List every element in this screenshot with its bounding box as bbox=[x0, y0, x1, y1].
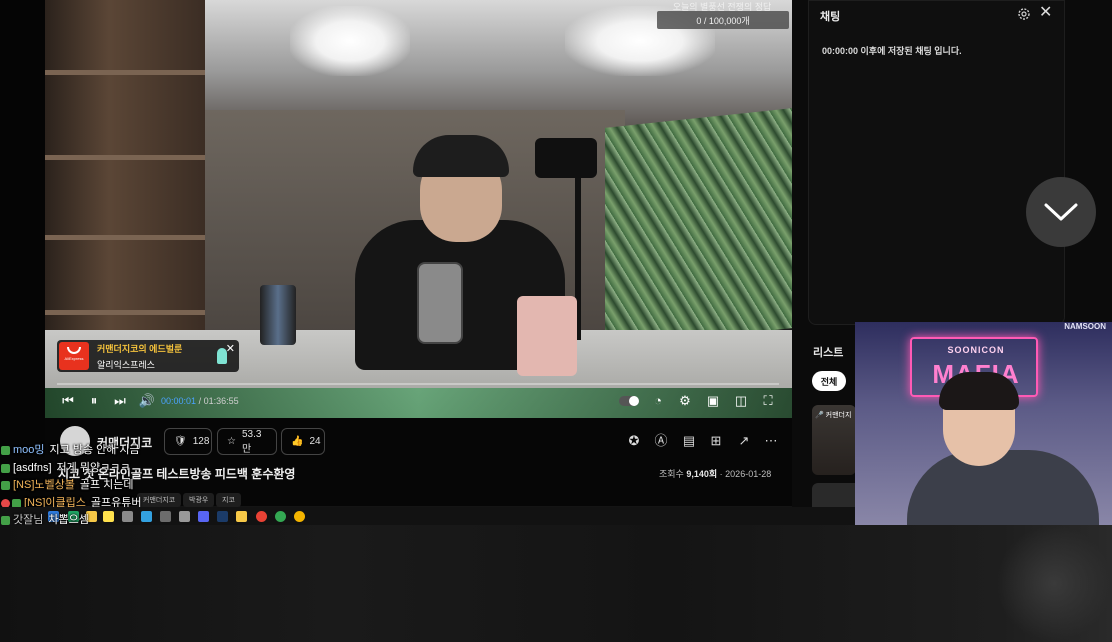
app-icon[interactable] bbox=[160, 511, 171, 522]
aliexpress-logo: AliExpress bbox=[59, 342, 89, 370]
tab-all[interactable]: 전체 bbox=[812, 371, 846, 391]
star-icon: ☆ bbox=[227, 436, 236, 447]
studio-light bbox=[290, 6, 410, 76]
chat-saved-note: 00:00:00 이후에 저장된 채팅 입니다. bbox=[822, 46, 962, 56]
kakao-icon[interactable] bbox=[103, 511, 114, 522]
pip-corner-label: NAMSOON bbox=[1064, 322, 1106, 331]
badge-button[interactable]: 🛡 128 bbox=[164, 428, 212, 455]
pip-video[interactable]: NAMSOON SOONICON MAFIA bbox=[855, 322, 1112, 527]
blurred-background bbox=[996, 525, 1112, 642]
grid-icon[interactable]: ⊞ bbox=[708, 433, 724, 449]
ad-subtitle: 알리익스프레스 bbox=[97, 359, 155, 370]
badge-icon: 🛡 bbox=[174, 436, 187, 447]
video-frame-backdrop bbox=[605, 108, 792, 348]
tag[interactable]: 커맨더지코 bbox=[137, 493, 182, 507]
blurred-background bbox=[0, 525, 1112, 642]
list-item-label: 🎤 커맨더지 bbox=[815, 412, 852, 419]
thumbs-up-icon: 👍 bbox=[291, 436, 304, 447]
favorite-button[interactable]: ☆ 53.3만 bbox=[217, 428, 277, 455]
app-icon[interactable] bbox=[294, 511, 305, 522]
app-icon[interactable] bbox=[275, 511, 286, 522]
camera bbox=[535, 138, 597, 178]
pause-icon[interactable]: ⏸ bbox=[85, 392, 103, 410]
list-item[interactable]: 🎤 커맨더지 bbox=[812, 405, 856, 475]
progress-bar[interactable] bbox=[57, 383, 779, 385]
ad-title: 커맨더지코의 에드벌룬 bbox=[97, 343, 183, 354]
balloon-goal-label: 오늘의 별풍선 전쟁의 정답 bbox=[672, 2, 772, 12]
steam-icon[interactable] bbox=[217, 511, 228, 522]
can bbox=[260, 285, 296, 345]
phone bbox=[417, 262, 463, 344]
next-icon[interactable]: ⏭ bbox=[111, 392, 129, 410]
like-button[interactable]: 👍 24 bbox=[281, 428, 325, 455]
player-controls: ⏮ ⏸ ⏭ 🔊 00:00:01 / 01:36:55 ◔ ⚙ ▣ ◫ ⛶ bbox=[45, 390, 792, 412]
time-total: 01:36:55 bbox=[203, 396, 239, 406]
autoplay-toggle[interactable] bbox=[619, 396, 639, 406]
chat-panel: 채팅 ✕ 00:00:00 이후에 저장된 채팅 입니다. bbox=[808, 0, 1065, 325]
fullscreen-icon[interactable]: ⛶ bbox=[759, 392, 777, 410]
app-icon[interactable] bbox=[179, 511, 190, 522]
discord-icon[interactable] bbox=[198, 511, 209, 522]
scroll-down-button[interactable] bbox=[1026, 177, 1096, 247]
more-icon[interactable]: ⋯ bbox=[763, 433, 779, 449]
app-icon[interactable] bbox=[141, 511, 152, 522]
chat-overlay-line: moo밍 지코 방송 안해 지금 bbox=[1, 441, 140, 457]
tag[interactable]: 박광우 bbox=[183, 493, 215, 507]
folder-icon[interactable] bbox=[236, 511, 247, 522]
balloon-counter: 0 / 100,000개 bbox=[657, 11, 789, 29]
share-icon[interactable]: ↗ bbox=[736, 433, 752, 449]
chat-overlay-line: [asdfns] 저게 뭐양ㅋㅋㅋ bbox=[1, 459, 130, 475]
video-frame-shelf bbox=[45, 0, 205, 340]
clip-icon[interactable]: ▤ bbox=[681, 433, 697, 449]
settings-icon[interactable]: ⚙ bbox=[676, 392, 694, 410]
chrome-icon[interactable] bbox=[256, 511, 267, 522]
streamer-cap bbox=[413, 135, 509, 177]
list-title: 리스트 bbox=[813, 347, 844, 359]
pip-person-body bbox=[907, 450, 1099, 527]
ad-icon[interactable]: Ⓐ bbox=[653, 433, 669, 449]
chevron-down-icon bbox=[1044, 203, 1078, 221]
pip-person-hair bbox=[939, 372, 1019, 410]
pip-icon[interactable]: ▣ bbox=[704, 392, 722, 410]
view-stats: 조회수 9,140회 · 2026-01-28 bbox=[659, 469, 772, 479]
video-player[interactable]: 오늘의 별풍선 전쟁의 정답 0 / 100,000개 AliExpress 커… bbox=[45, 0, 792, 418]
screen: 오늘의 별풍선 전쟁의 정답 0 / 100,000개 AliExpress 커… bbox=[0, 0, 1112, 642]
time-display: 00:00:01 / 01:36:55 bbox=[161, 396, 239, 406]
tag[interactable]: 지코 bbox=[216, 493, 241, 507]
stand bbox=[517, 296, 577, 376]
close-icon[interactable]: ✕ bbox=[226, 342, 235, 355]
speed-icon[interactable]: ◔ bbox=[649, 392, 667, 410]
mouse-cursor bbox=[217, 348, 227, 364]
close-icon[interactable]: ✕ bbox=[1039, 4, 1052, 22]
theater-mode-icon[interactable]: ◫ bbox=[732, 392, 750, 410]
volume-icon[interactable]: 🔊 bbox=[138, 392, 156, 410]
ad-balloon-banner[interactable]: AliExpress 커맨더지코의 에드벌룬 알리익스프레스 ✕ bbox=[57, 340, 239, 372]
previous-icon[interactable]: ⏮ bbox=[59, 392, 77, 410]
gear-icon[interactable] bbox=[1016, 6, 1032, 22]
chat-overlay-line: [NS]노벨상볼 골프 치는데 bbox=[1, 476, 134, 492]
time-current: 00:00:01 bbox=[161, 396, 197, 406]
app-icon[interactable] bbox=[122, 511, 133, 522]
vote-icon[interactable]: ✪ bbox=[626, 433, 642, 449]
chat-title: 채팅 bbox=[820, 11, 841, 23]
